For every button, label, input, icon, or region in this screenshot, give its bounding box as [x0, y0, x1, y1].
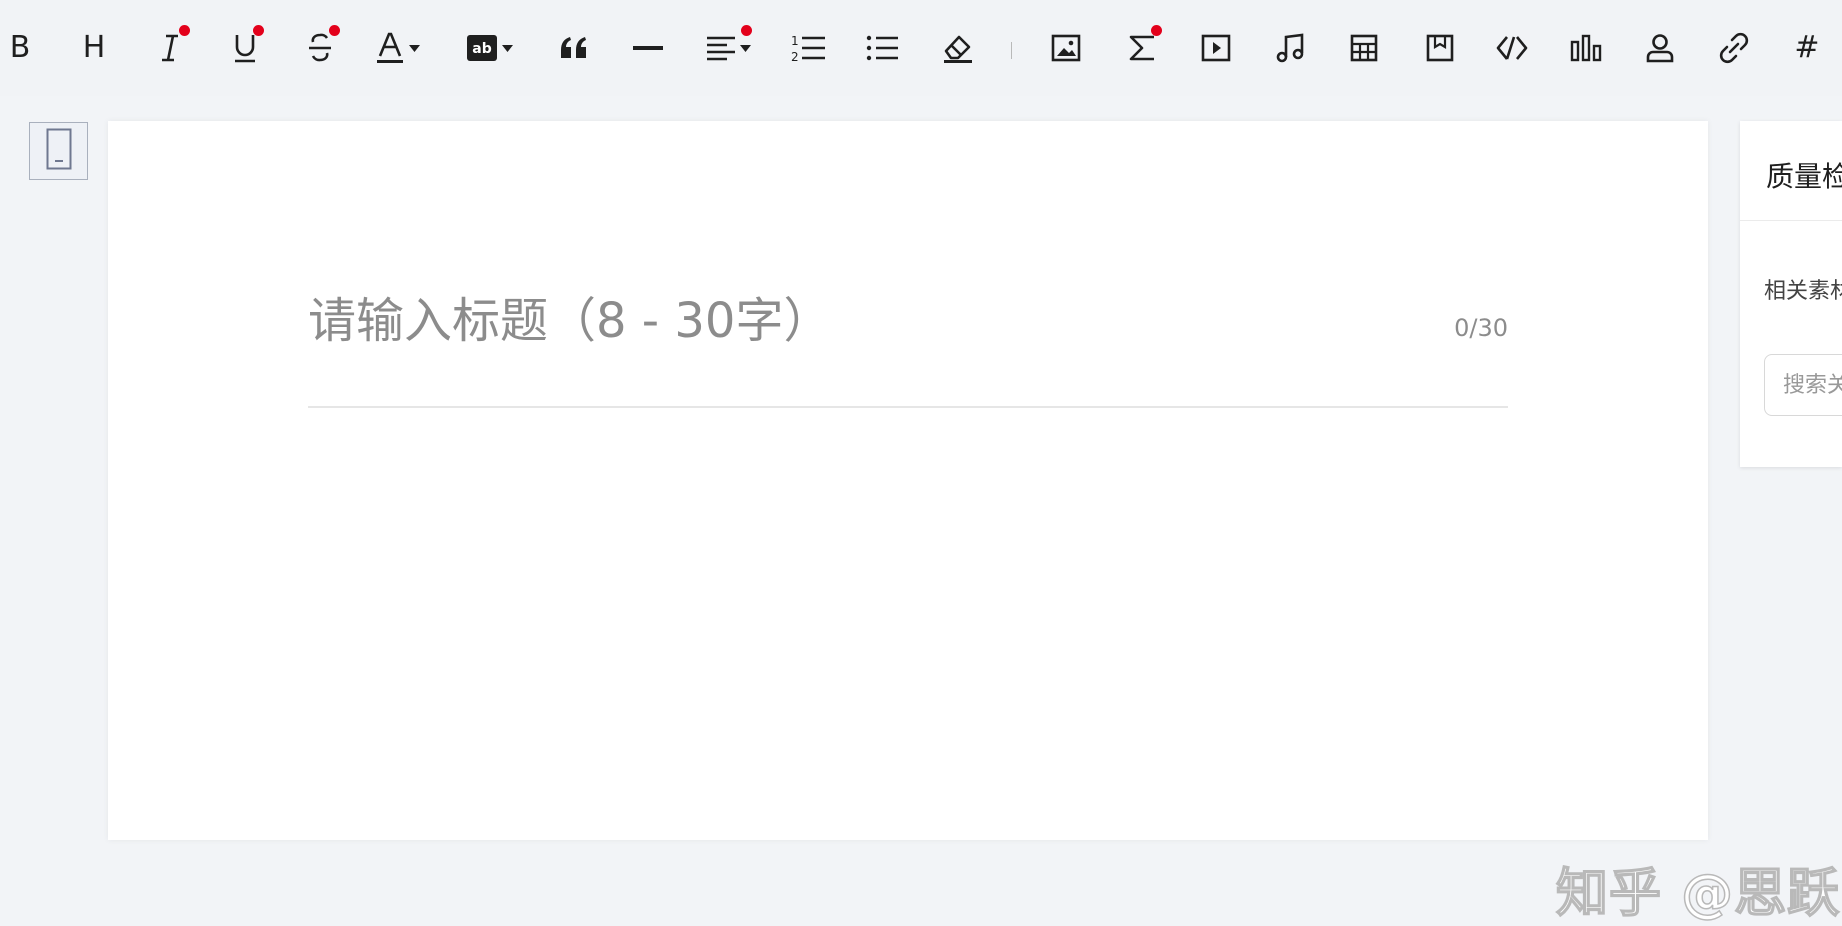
ordered-list-button[interactable]: 12	[788, 24, 828, 72]
bar-chart-icon	[1570, 34, 1602, 62]
svg-text:ab: ab	[472, 41, 491, 57]
insert-formula-button[interactable]	[1122, 24, 1162, 72]
heading-button[interactable]: H	[80, 24, 108, 72]
italic-badge-dot	[179, 25, 190, 36]
chevron-down-icon	[408, 44, 420, 52]
code-icon	[1496, 34, 1528, 62]
panel-title: 质量检	[1766, 160, 1842, 193]
table-icon	[1350, 34, 1378, 62]
panel-divider	[1740, 220, 1842, 221]
highlight-icon: ab	[466, 34, 498, 62]
insert-table-button[interactable]	[1344, 24, 1384, 72]
editor-toolbar: B H ab 1 2 #	[0, 0, 1842, 96]
align-left-icon	[706, 35, 736, 61]
toolbar-separator	[1011, 42, 1012, 59]
video-play-icon	[1201, 34, 1231, 62]
eraser-icon	[942, 33, 974, 63]
align-button[interactable]	[702, 24, 754, 72]
strikethrough-badge-dot	[329, 25, 340, 36]
strikethrough-button[interactable]	[300, 24, 340, 72]
related-materials-label: 相关素材	[1764, 279, 1842, 304]
horizontal-rule-icon	[633, 45, 663, 51]
material-search-input[interactable]	[1764, 354, 1842, 416]
underline-button[interactable]	[226, 24, 264, 72]
bold-button[interactable]: B	[6, 24, 34, 72]
chevron-down-icon	[501, 44, 513, 52]
title-input[interactable]	[308, 293, 1308, 349]
divider-button[interactable]	[630, 24, 666, 72]
title-char-counter: 0/30	[1454, 314, 1508, 342]
insert-chart-button[interactable]	[1566, 24, 1606, 72]
hashtag-button[interactable]: #	[1790, 24, 1824, 72]
underline-icon	[232, 33, 258, 63]
italic-icon	[159, 33, 183, 63]
insert-video-button[interactable]	[1196, 24, 1236, 72]
font-color-button[interactable]	[372, 24, 422, 72]
quote-icon	[559, 36, 589, 60]
title-underline	[308, 406, 1508, 408]
insert-image-button[interactable]	[1046, 24, 1086, 72]
highlight-button[interactable]: ab	[462, 24, 516, 72]
watermark: 知乎 @思跃喵	[1555, 863, 1842, 925]
insert-card-button[interactable]	[1420, 24, 1460, 72]
quote-button[interactable]	[556, 24, 592, 72]
user-icon	[1645, 33, 1675, 63]
image-icon	[1051, 34, 1081, 62]
insert-person-button[interactable]	[1640, 24, 1680, 72]
music-note-icon	[1275, 33, 1305, 63]
link-icon	[1718, 32, 1750, 64]
hashtag-label: #	[1794, 30, 1820, 65]
italic-button[interactable]	[152, 24, 190, 72]
align-badge-dot	[741, 25, 752, 36]
insert-link-button[interactable]	[1714, 24, 1754, 72]
clear-format-button[interactable]	[938, 24, 978, 72]
bookmark-icon	[1426, 34, 1454, 62]
bold-label: B	[9, 30, 31, 65]
svg-text:1: 1	[791, 34, 799, 48]
strikethrough-icon	[306, 33, 334, 63]
heading-label: H	[82, 30, 106, 65]
formula-badge-dot	[1151, 25, 1162, 36]
insert-audio-button[interactable]	[1270, 24, 1310, 72]
svg-text:2: 2	[791, 50, 799, 64]
quality-check-panel: 质量检 相关素材	[1740, 121, 1842, 467]
font-color-icon	[375, 32, 405, 64]
bullet-list-button[interactable]	[862, 24, 902, 72]
editor-page: 0/30 知乎 @思跃喵	[108, 121, 1842, 925]
mobile-preview-button[interactable]	[29, 122, 88, 180]
bullet-list-icon	[866, 34, 898, 62]
sigma-icon	[1128, 34, 1156, 62]
chevron-down-icon	[739, 44, 751, 52]
mobile-phone-icon	[46, 128, 72, 174]
insert-code-button[interactable]	[1492, 24, 1532, 72]
ordered-list-icon: 12	[790, 33, 826, 64]
underline-badge-dot	[253, 25, 264, 36]
